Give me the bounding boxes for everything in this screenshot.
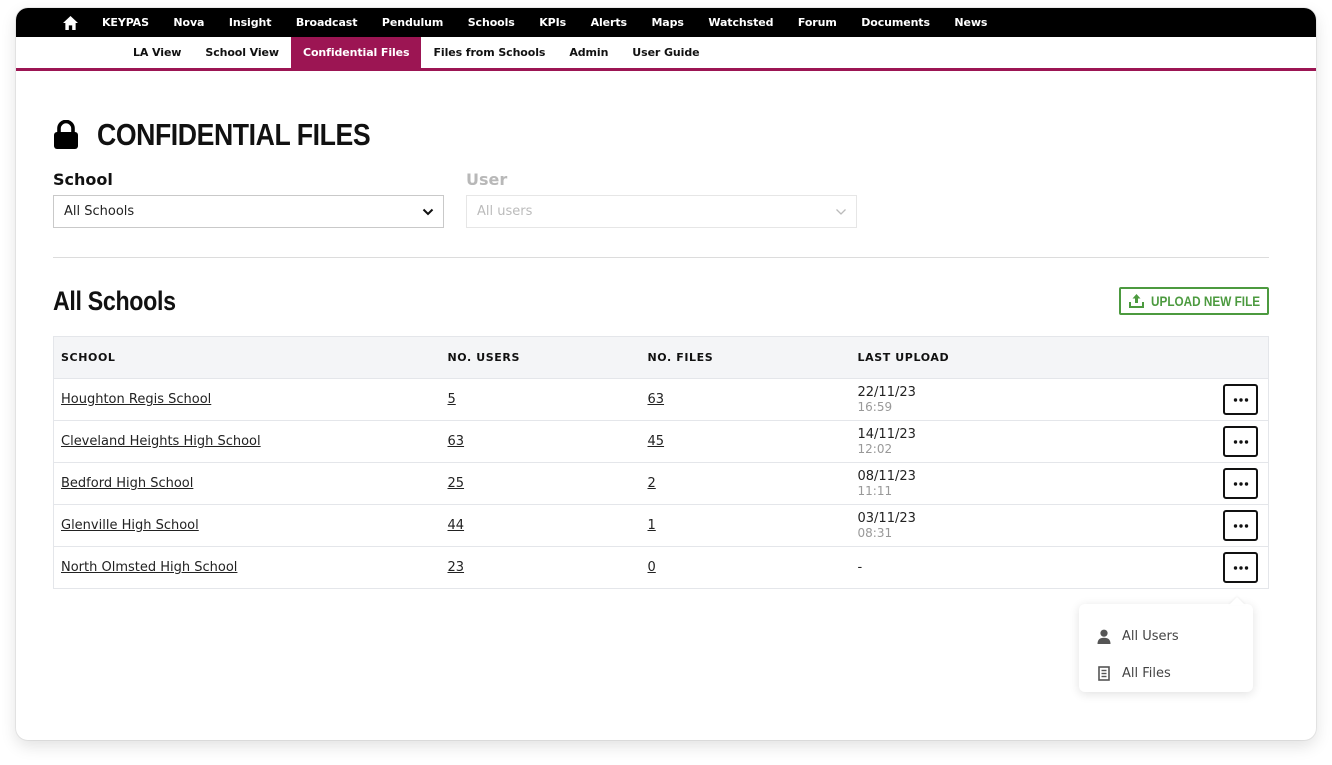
home-icon [62, 15, 78, 30]
tab-files-from-schools[interactable]: Files from Schools [421, 37, 557, 68]
tab-admin[interactable]: Admin [557, 37, 620, 68]
files-count-link[interactable]: 45 [648, 434, 665, 449]
tab-la-view[interactable]: LA View [121, 37, 193, 68]
nav-insight[interactable]: Insight [229, 16, 272, 29]
user-select-value: All users [477, 204, 533, 219]
menu-item-all-users[interactable]: All Users [1079, 618, 1253, 655]
last-upload-time: 16:59 [857, 399, 893, 414]
nav-kpis[interactable]: KPIs [539, 16, 566, 29]
nav-news[interactable]: News [954, 16, 987, 29]
last-upload-time: 11:11 [857, 483, 893, 498]
upload-icon [1129, 294, 1145, 308]
menu-item-label: All Users [1122, 629, 1179, 644]
filters: School All Schools User All users [53, 170, 1269, 228]
nav-schools[interactable]: Schools [468, 16, 515, 29]
school-link[interactable]: Houghton Regis School [61, 392, 211, 407]
school-filter-label: School [53, 170, 113, 189]
files-count-link[interactable]: 63 [648, 392, 665, 407]
table-row: Glenville High School 44 1 03/11/23 08:3… [53, 504, 1269, 547]
school-link[interactable]: Bedford High School [61, 476, 193, 491]
page-title-text: CONFIDENTIAL FILES [97, 117, 371, 152]
nav-nova[interactable]: Nova [173, 16, 204, 29]
users-count-link[interactable]: 23 [448, 560, 465, 575]
files-count-link[interactable]: 1 [648, 518, 656, 533]
school-select[interactable]: All Schools [53, 195, 444, 228]
menu-item-all-files[interactable]: All Files [1079, 655, 1253, 692]
row-actions-button-open[interactable] [1223, 552, 1258, 583]
row-actions-menu: All Users All Files [1079, 604, 1253, 692]
school-select-value: All Schools [64, 204, 135, 219]
more-icon [1233, 565, 1248, 570]
nav-alerts[interactable]: Alerts [591, 16, 627, 29]
accent-divider [16, 68, 1316, 71]
last-upload-date: - [857, 560, 863, 575]
user-icon [1097, 629, 1111, 644]
users-count-link[interactable]: 5 [448, 392, 456, 407]
header-school[interactable]: SCHOOL [54, 337, 441, 379]
chevron-down-icon [422, 208, 434, 215]
table-header-row: SCHOOL NO. USERS NO. FILES LAST UPLOAD [53, 336, 1269, 379]
user-filter: User All users [466, 170, 857, 228]
menu-item-label: All Files [1122, 666, 1171, 681]
lock-icon [54, 120, 78, 149]
page-title: CONFIDENTIAL FILES [53, 115, 1269, 155]
section-header: All Schools UPLOAD NEW FILE [53, 286, 1269, 316]
chevron-down-icon [836, 208, 846, 215]
top-navigation: KEYPAS Nova Insight Broadcast Pendulum S… [16, 8, 1316, 37]
school-link[interactable]: North Olmsted High School [61, 560, 237, 575]
header-actions [1123, 337, 1268, 379]
nav-broadcast[interactable]: Broadcast [296, 16, 358, 29]
more-icon [1233, 397, 1248, 402]
last-upload-date: 08/11/23 [857, 468, 916, 484]
school-link[interactable]: Cleveland Heights High School [61, 434, 261, 449]
tab-school-view[interactable]: School View [193, 37, 291, 68]
section-divider [53, 257, 1269, 258]
nav-watchsted[interactable]: Watchsted [708, 16, 773, 29]
upload-new-file-button[interactable]: UPLOAD NEW FILE [1119, 287, 1269, 315]
nav-keypas[interactable]: KEYPAS [102, 16, 149, 29]
tab-confidential-files[interactable]: Confidential Files [290, 37, 422, 68]
school-filter: School All Schools [53, 170, 444, 228]
home-button[interactable] [60, 13, 80, 33]
row-actions-button[interactable] [1223, 426, 1258, 457]
schools-table: SCHOOL NO. USERS NO. FILES LAST UPLOAD H… [53, 336, 1269, 589]
row-actions-button[interactable] [1223, 510, 1258, 541]
nav-pendulum[interactable]: Pendulum [382, 16, 443, 29]
nav-maps[interactable]: Maps [651, 16, 683, 29]
row-actions-button[interactable] [1223, 468, 1258, 499]
sub-navigation: LA View School View Confidential Files F… [16, 37, 1316, 68]
more-icon [1233, 523, 1248, 528]
files-count-link[interactable]: 2 [648, 476, 656, 491]
users-count-link[interactable]: 25 [448, 476, 465, 491]
user-select: All users [466, 195, 857, 228]
table-row: North Olmsted High School 23 0 - [53, 546, 1269, 589]
upload-button-label: UPLOAD NEW FILE [1151, 293, 1261, 309]
table-row: Cleveland Heights High School 63 45 14/1… [53, 420, 1269, 463]
browser-window: KEYPAS Nova Insight Broadcast Pendulum S… [16, 8, 1316, 740]
last-upload-date: 22/11/23 [857, 384, 916, 400]
nav-documents[interactable]: Documents [861, 16, 930, 29]
more-icon [1233, 481, 1248, 486]
row-actions-button[interactable] [1223, 384, 1258, 415]
last-upload-time: 12:02 [857, 441, 893, 456]
header-no-files[interactable]: NO. FILES [641, 337, 851, 379]
last-upload-time: 08:31 [857, 525, 893, 540]
header-last-upload[interactable]: LAST UPLOAD [851, 337, 1124, 379]
tab-user-guide[interactable]: User Guide [620, 37, 711, 68]
more-icon [1233, 439, 1248, 444]
main-content: CONFIDENTIAL FILES School All Schools Us… [16, 115, 1316, 589]
users-count-link[interactable]: 44 [448, 518, 465, 533]
table-row: Houghton Regis School 5 63 22/11/23 16:5… [53, 378, 1269, 421]
document-icon [1098, 666, 1110, 681]
files-count-link[interactable]: 0 [648, 560, 656, 575]
user-filter-label: User [466, 170, 508, 189]
last-upload-date: 03/11/23 [857, 510, 916, 526]
users-count-link[interactable]: 63 [448, 434, 465, 449]
table-row: Bedford High School 25 2 08/11/23 11:11 [53, 462, 1269, 505]
school-link[interactable]: Glenville High School [61, 518, 199, 533]
section-title: All Schools [53, 285, 176, 316]
last-upload-date: 14/11/23 [857, 426, 916, 442]
nav-forum[interactable]: Forum [798, 16, 837, 29]
header-no-users[interactable]: NO. USERS [441, 337, 641, 379]
